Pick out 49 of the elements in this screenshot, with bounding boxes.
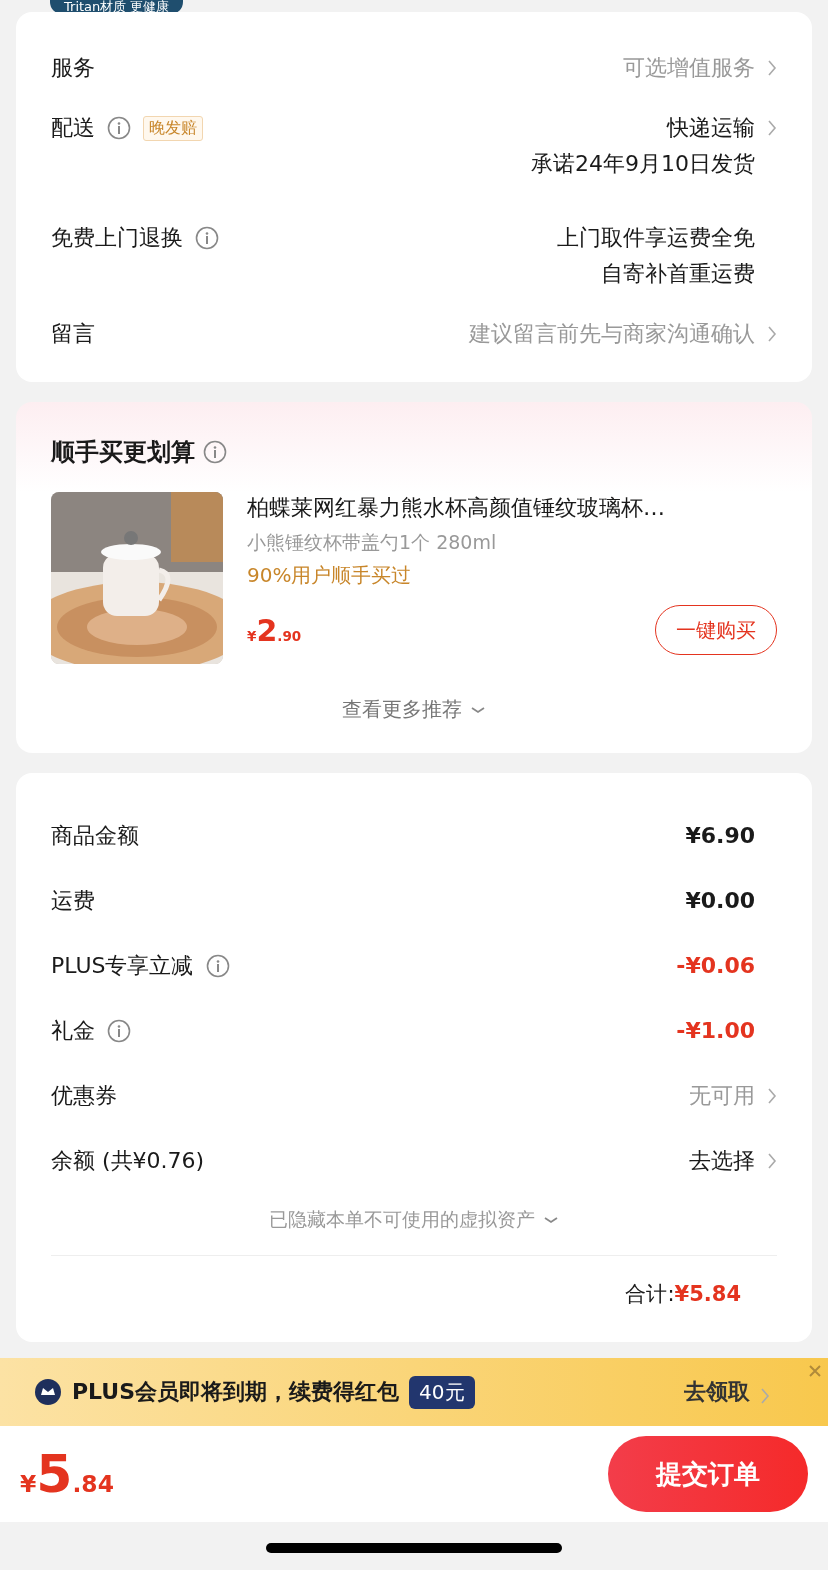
row-value[interactable]: 快递运输 — [667, 112, 755, 144]
banner-text: PLUS会员即将到期，续费得红包 — [72, 1378, 400, 1406]
info-icon[interactable] — [195, 226, 219, 250]
cost-value[interactable]: 去选择 — [689, 1144, 755, 1177]
buy-button[interactable]: 一键购买 — [655, 605, 777, 655]
info-icon[interactable] — [203, 440, 227, 464]
info-icon[interactable] — [205, 953, 230, 978]
product-spec: 小熊锤纹杯带盖勺1个 280ml — [247, 530, 498, 555]
row-label: PLUS专享立减 — [51, 951, 194, 980]
close-icon[interactable] — [808, 1364, 822, 1378]
plus-banner[interactable]: PLUS会员即将到期，续费得红包 40元 去领取 — [0, 1358, 828, 1426]
cost-value[interactable]: 无可用 — [689, 1079, 755, 1112]
coupon-badge: 40元 — [409, 1375, 475, 1409]
purchase-rate: 90%用户顺手买过 — [247, 562, 413, 589]
section-title: 顺手买更划算 — [51, 437, 195, 468]
row-value: 上门取件享运费全免 — [557, 224, 755, 252]
total-price: ¥5.84 — [20, 1444, 114, 1504]
product-name[interactable]: 柏蝶莱网红暴力熊水杯高颜值锤纹玻璃杯… — [247, 492, 777, 524]
row-label: 优惠券 — [51, 1081, 117, 1110]
row-label: 运费 — [51, 886, 95, 915]
chevron-down-icon — [470, 704, 486, 715]
submit-order-button[interactable]: 提交订单 — [608, 1436, 808, 1512]
cost-value: -¥0.06 — [676, 951, 755, 980]
info-icon[interactable] — [107, 116, 131, 140]
chevron-icon — [760, 1386, 770, 1405]
cost-value: ¥6.90 — [685, 821, 755, 850]
product-price: ¥2.90 — [247, 612, 302, 648]
row-label: 商品金额 — [51, 821, 139, 850]
more-link[interactable]: 查看更多推荐 — [342, 696, 462, 723]
service-tag: 晚发赔 — [143, 115, 203, 141]
row-value[interactable]: 可选增值服务 — [623, 52, 755, 84]
cost-value: -¥1.00 — [676, 1016, 755, 1045]
crown-icon — [34, 1378, 62, 1406]
claim-link[interactable]: 去领取 — [684, 1377, 750, 1407]
chevron-down-icon — [543, 1215, 559, 1225]
row-value: 自寄补首重运费 — [601, 260, 755, 288]
row-label: 余额 (共¥0.76) — [51, 1146, 205, 1175]
total-label: 合计: — [625, 1281, 675, 1308]
total-amount: ¥5.84 — [674, 1282, 741, 1306]
info-icon[interactable] — [107, 1018, 131, 1043]
hidden-assets-note[interactable]: 已隐藏本单不可使用的虚拟资产 — [269, 1207, 535, 1233]
row-label: 服务 — [51, 54, 95, 82]
cost-value: ¥0.00 — [685, 886, 755, 915]
row-value[interactable]: 建议留言前先与商家沟通确认 — [469, 318, 755, 350]
row-value[interactable]: 承诺24年9月10日发货 — [531, 148, 755, 180]
row-label: 礼金 — [51, 1016, 95, 1045]
row-label: 配送 — [51, 114, 95, 142]
row-label: 免费上门退换 — [51, 224, 183, 252]
row-label: 留言 — [51, 320, 95, 348]
